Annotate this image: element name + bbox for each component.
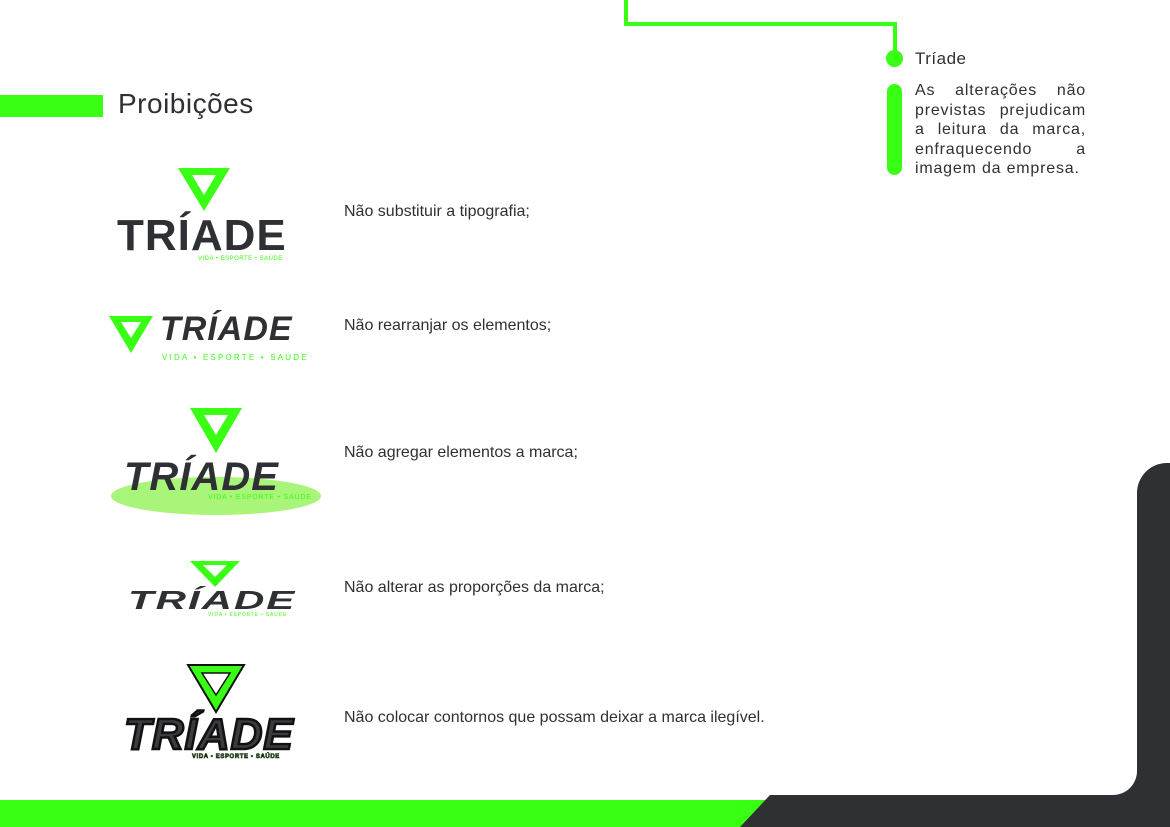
logo-tagline: VIDA • ESPORTE • SAÚDE: [208, 611, 287, 618]
rule-text: Não rearranjar os elementos;: [344, 317, 552, 334]
logo-rearranged: TRÍADE VIDA • ESPORTE • SAÚDE: [108, 310, 308, 364]
logo-tagline: VIDA • ESPORTE • SAÚDE: [198, 255, 283, 262]
rule-text: Não colocar contornos que possam deixar …: [344, 709, 765, 726]
logo-with-outlines: TRÍADE VIDA • ESPORTE • SAÚDE: [122, 663, 308, 763]
sidebar-title: Tríade: [915, 49, 967, 68]
rule-text: Não substituir a tipografia;: [344, 203, 530, 220]
logo-tagline: VIDA • ESPORTE • SAÚDE: [208, 492, 312, 501]
logo-wordmark: TRÍADE: [124, 709, 294, 759]
rule-text: Não alterar as proporções da marca;: [344, 579, 605, 596]
page-title: Proibições: [118, 88, 254, 119]
right-panel-corner-mask: [1090, 745, 1137, 795]
sidebar-body: As alterações não previstas prejudicam a…: [915, 82, 1086, 177]
logo-wordmark: TRÍADE: [117, 210, 287, 260]
logo-altered-proportions: TRÍADE VIDA • ESPORTE • SAÚDE: [126, 560, 302, 618]
footer-green-bar: [0, 800, 780, 827]
logo-wrong-typography: TRÍADE VIDA • ESPORTE • SAÚDE: [116, 167, 298, 262]
logo-added-elements: TRÍADE VIDA • ESPORTE • SAÚDE: [110, 406, 322, 518]
connector-line-horizontal: [624, 22, 897, 26]
title-accent-bar: [0, 95, 103, 117]
connector-pill: [887, 84, 902, 175]
right-dark-panel: [1137, 463, 1170, 803]
logo-wordmark: TRÍADE: [128, 586, 296, 615]
logo-tagline: VIDA • ESPORTE • SAÚDE: [192, 753, 280, 760]
logo-tagline: VIDA • ESPORTE • SAÚDE: [162, 353, 308, 362]
connector-dot: [886, 50, 903, 67]
rule-text: Não agregar elementos a marca;: [344, 444, 578, 461]
logo-wordmark: TRÍADE: [160, 310, 293, 348]
logo-wordmark: TRÍADE: [124, 454, 279, 499]
